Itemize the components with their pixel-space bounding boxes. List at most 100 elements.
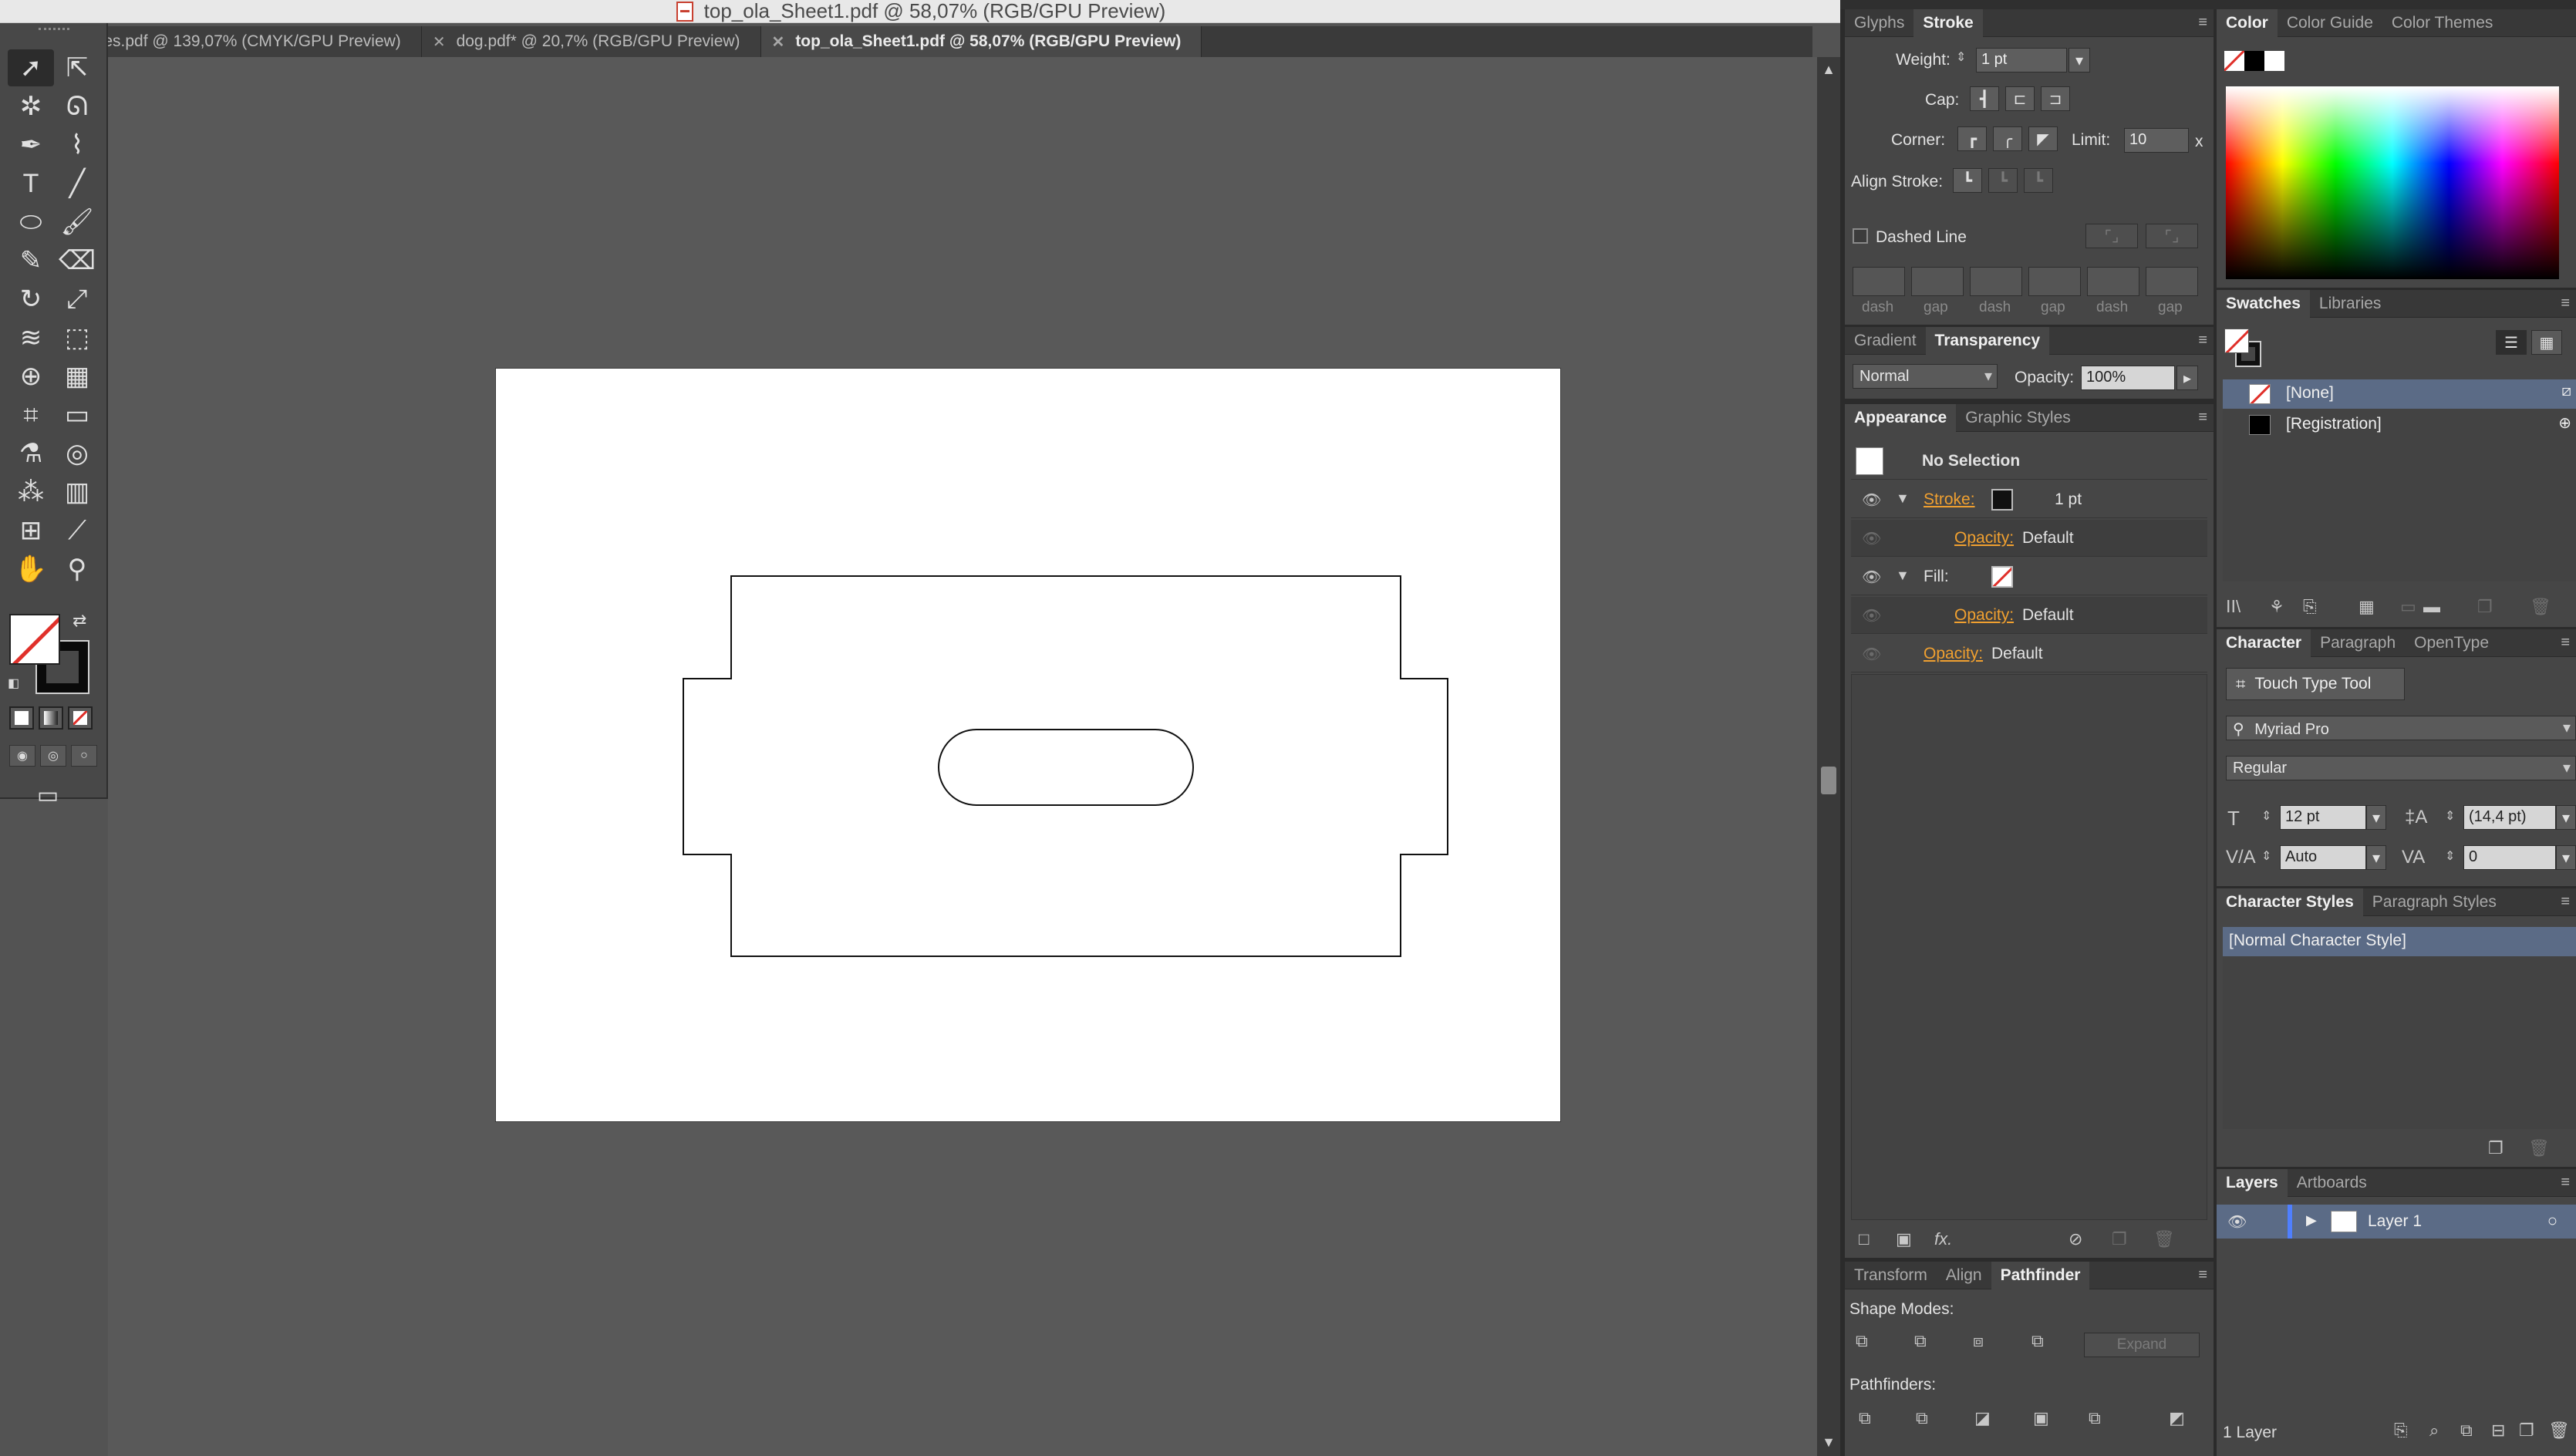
trim-icon[interactable]: ⧉ bbox=[1916, 1408, 1928, 1428]
expand-triangle-icon[interactable]: ▼ bbox=[1896, 490, 1910, 507]
paintbrush-icon[interactable]: 🖌 bbox=[54, 204, 100, 241]
unite-icon[interactable]: ⧉ bbox=[1856, 1331, 1868, 1351]
delete-layer-icon[interactable]: 🗑 bbox=[2548, 1421, 2570, 1441]
ellipse-icon[interactable]: ⬭ bbox=[8, 204, 54, 241]
default-colors-icon[interactable]: ◧ bbox=[8, 676, 19, 691]
projecting-cap-icon[interactable]: ⊐ bbox=[2041, 86, 2070, 111]
layer-row[interactable]: 👁 ▶ Layer 1 ○ bbox=[2217, 1205, 2576, 1239]
round-cap-icon[interactable]: ⊏ bbox=[2005, 86, 2035, 111]
new-color-group-icon[interactable]: ▭ bbox=[2400, 597, 2416, 617]
direct-selection-icon[interactable]: ⇱ bbox=[54, 49, 100, 86]
new-layer-icon[interactable]: ❐ bbox=[2519, 1421, 2534, 1441]
panel-menu-icon[interactable]: ≡ bbox=[2198, 409, 2207, 426]
blend-mode-select[interactable]: Normal bbox=[1853, 364, 1998, 389]
dash-input-1[interactable] bbox=[1853, 267, 1905, 296]
canvas-area[interactable] bbox=[108, 57, 1825, 1456]
tab-opentype[interactable]: OpenType bbox=[2405, 629, 2498, 657]
draw-normal-icon[interactable]: ◉ bbox=[9, 745, 35, 767]
color-spectrum[interactable] bbox=[2226, 86, 2559, 279]
visibility-eye-icon[interactable]: 👁 bbox=[1862, 529, 1881, 548]
scroll-down-icon[interactable]: ▼ bbox=[1820, 1434, 1837, 1451]
kerning-dropdown-icon[interactable]: ▾ bbox=[2366, 845, 2386, 870]
tab-artboards[interactable]: Artboards bbox=[2288, 1169, 2376, 1197]
draw-behind-icon[interactable]: ◎ bbox=[40, 745, 66, 767]
weight-input[interactable]: 1 pt bbox=[1976, 48, 2067, 72]
align-outside-icon[interactable]: ┗ bbox=[2024, 168, 2053, 193]
free-transform-icon[interactable]: ⬚ bbox=[54, 319, 100, 356]
tab-appearance[interactable]: Appearance bbox=[1845, 403, 1957, 432]
layer-target-icon[interactable]: ○ bbox=[2547, 1211, 2557, 1231]
crop-icon[interactable]: ▣ bbox=[2033, 1408, 2049, 1428]
blend-icon[interactable]: ◎ bbox=[54, 435, 100, 472]
close-tab-icon[interactable]: ✕ bbox=[433, 32, 446, 52]
eyedropper-icon[interactable]: ⚗ bbox=[8, 435, 54, 472]
butt-cap-icon[interactable]: ┫ bbox=[1970, 86, 1999, 111]
show-swatch-kinds-icon[interactable]: ⎘ bbox=[2303, 597, 2317, 617]
doc-tab-dies[interactable]: dies.pdf @ 139,07% (CMYK/GPU Preview) bbox=[91, 26, 422, 57]
dashed-line-checkbox[interactable] bbox=[1853, 228, 1868, 244]
touch-type-tool-button[interactable]: ⌗ Touch Type Tool bbox=[2226, 668, 2405, 700]
panel-menu-icon[interactable]: ≡ bbox=[2198, 14, 2207, 32]
opacity-attr-label[interactable]: Opacity: bbox=[1954, 606, 2014, 625]
tab-paragraph[interactable]: Paragraph bbox=[2311, 629, 2405, 657]
tab-gradient[interactable]: Gradient bbox=[1845, 327, 1926, 355]
color-mode-icon[interactable] bbox=[9, 706, 34, 730]
gap-input-1[interactable] bbox=[1911, 267, 1964, 296]
artboard-icon[interactable]: ⊞ bbox=[8, 512, 54, 549]
close-tab-icon[interactable]: ✕ bbox=[772, 32, 785, 52]
add-to-library-icon[interactable]: ⚘ bbox=[2269, 597, 2284, 617]
column-graph-icon[interactable]: ▥ bbox=[54, 474, 100, 511]
tab-color-themes[interactable]: Color Themes bbox=[2382, 9, 2503, 37]
collect-for-export-icon[interactable]: ⎘ bbox=[2394, 1421, 2408, 1441]
opacity-attr-label[interactable]: Opacity: bbox=[1924, 645, 1983, 663]
tab-color[interactable]: Color bbox=[2217, 8, 2278, 37]
slice-icon[interactable]: ⟋ bbox=[54, 512, 100, 549]
visibility-eye-icon[interactable]: 👁 bbox=[1862, 645, 1881, 664]
layer-name[interactable]: Layer 1 bbox=[2368, 1212, 2422, 1231]
clear-appearance-icon[interactable]: ⊘ bbox=[2069, 1229, 2082, 1249]
rotate-icon[interactable]: ↻ bbox=[8, 281, 54, 318]
canvas-vertical-scrollbar[interactable]: ▲ ▼ bbox=[1817, 57, 1840, 1456]
appearance-object-opacity-row[interactable]: 👁 Opacity: Default bbox=[1851, 635, 2207, 672]
tracking-dropdown-icon[interactable]: ▾ bbox=[2556, 845, 2576, 870]
doc-tab-top-ola[interactable]: ✕ top_ola_Sheet1.pdf @ 58,07% (RGB/GPU P… bbox=[760, 26, 1202, 57]
tab-swatches[interactable]: Swatches bbox=[2217, 289, 2310, 318]
limit-input[interactable]: 10 bbox=[2124, 128, 2189, 153]
opacity-input[interactable]: 100% bbox=[2081, 366, 2175, 390]
merge-icon[interactable]: ◪ bbox=[1974, 1408, 1991, 1428]
weight-stepper-icon[interactable]: ⇕ bbox=[1956, 49, 1966, 65]
white-color-chip[interactable] bbox=[2264, 51, 2284, 71]
panel-menu-icon[interactable]: ≡ bbox=[2561, 1174, 2570, 1191]
panel-grip[interactable] bbox=[39, 28, 69, 34]
minus-front-icon[interactable]: ⧉ bbox=[1914, 1331, 1927, 1351]
appearance-stroke-opacity-row[interactable]: 👁 Opacity: Default bbox=[1851, 520, 2207, 557]
new-folder-icon[interactable]: ▬ bbox=[2423, 597, 2440, 617]
font-size-stepper-icon[interactable]: ⇕ bbox=[2261, 808, 2271, 824]
fill-swatch[interactable] bbox=[9, 614, 60, 665]
swatch-libraries-menu-icon[interactable]: ⅠⅠ\ bbox=[2226, 597, 2241, 617]
swap-fill-stroke-icon[interactable]: ⇄ bbox=[72, 611, 86, 631]
appearance-fill-row[interactable]: 👁 ▼ Fill: bbox=[1851, 558, 2207, 595]
swatch-options-icon[interactable]: ▦ bbox=[2359, 597, 2375, 617]
visibility-eye-icon[interactable]: 👁 bbox=[1862, 606, 1881, 625]
dash-input-2[interactable] bbox=[1970, 267, 2022, 296]
opacity-slider-arrow-icon[interactable]: ▸ bbox=[2176, 366, 2198, 390]
font-style-select[interactable]: Regular bbox=[2226, 756, 2576, 780]
delete-style-icon[interactable]: 🗑 bbox=[2528, 1138, 2550, 1158]
align-center-icon[interactable]: ┗ bbox=[1953, 168, 1982, 193]
stroke-color-swatch[interactable] bbox=[1991, 489, 2013, 511]
appearance-stroke-row[interactable]: 👁 ▼ Stroke: 1 pt bbox=[1851, 481, 2207, 518]
panel-menu-icon[interactable]: ≡ bbox=[2561, 893, 2570, 911]
symbol-sprayer-icon[interactable]: ⁂ bbox=[8, 474, 54, 511]
round-join-icon[interactable]: ╭ bbox=[1993, 126, 2022, 151]
magic-wand-icon[interactable]: ✲ bbox=[8, 88, 54, 125]
fill-attr-label[interactable]: Fill: bbox=[1924, 568, 1949, 586]
panel-menu-icon[interactable]: ≡ bbox=[2561, 295, 2570, 312]
eraser-icon[interactable]: ⌫ bbox=[54, 242, 100, 279]
lasso-icon[interactable]: ᘏ bbox=[54, 88, 100, 125]
type-icon[interactable]: T bbox=[8, 165, 54, 202]
tab-color-guide[interactable]: Color Guide bbox=[2278, 9, 2382, 37]
tab-pathfinder[interactable]: Pathfinder bbox=[1991, 1261, 2090, 1289]
kerning-stepper-icon[interactable]: ⇕ bbox=[2261, 848, 2271, 864]
stroke-attr-label[interactable]: Stroke: bbox=[1924, 490, 1975, 509]
